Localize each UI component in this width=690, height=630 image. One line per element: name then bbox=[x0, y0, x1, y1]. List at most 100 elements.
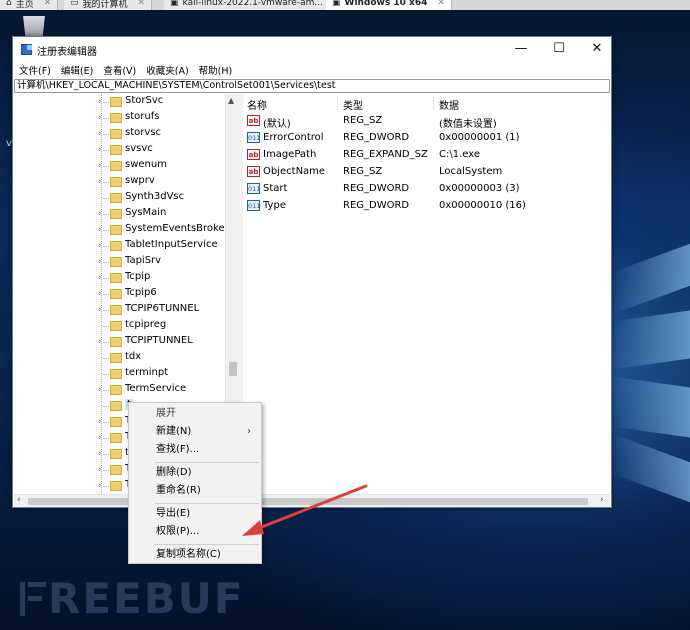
tree-connector bbox=[103, 262, 109, 263]
tree-node[interactable]: › SysMain bbox=[13, 206, 225, 222]
tree-connector bbox=[103, 198, 109, 199]
column-header-type[interactable]: 类型 bbox=[343, 97, 363, 112]
vm-tab-label: 主页 bbox=[15, 0, 34, 10]
light-beam bbox=[612, 310, 690, 370]
menu-favorites[interactable]: 收藏夹(A) bbox=[146, 63, 188, 77]
tree-node[interactable]: › svsvc bbox=[13, 142, 225, 158]
vm-icon: ▣ bbox=[332, 0, 341, 8]
scroll-up-icon[interactable]: ▲ bbox=[228, 96, 234, 105]
address-bar[interactable]: 计算机\HKEY_LOCAL_MACHINE\SYSTEM\ControlSet… bbox=[14, 79, 610, 93]
folder-icon bbox=[110, 177, 122, 187]
window-title: 注册表编辑器 bbox=[37, 47, 97, 58]
scroll-left-icon[interactable]: ‹ bbox=[17, 495, 21, 505]
folder-icon bbox=[110, 433, 122, 443]
folder-icon bbox=[110, 385, 122, 395]
value-row[interactable]: 011 Start REG_DWORD 0x00000003 (3) bbox=[243, 181, 611, 198]
tree-node[interactable]: › TabletInputService bbox=[13, 238, 225, 254]
tree-node-label: tcpipreg bbox=[125, 319, 167, 330]
tree-node[interactable]: › storufs bbox=[13, 110, 225, 126]
folder-icon bbox=[110, 145, 122, 155]
menu-item-find[interactable]: 查找(F)... bbox=[129, 441, 261, 459]
folder-icon bbox=[110, 353, 122, 363]
tree-node[interactable]: Synth3dVsc bbox=[13, 190, 225, 206]
tree-node-label: Tcpip6 bbox=[125, 287, 157, 298]
tree-connector bbox=[103, 406, 109, 407]
value-row[interactable]: 011 Type REG_DWORD 0x00000010 (16) bbox=[243, 198, 611, 215]
value-name: Start bbox=[263, 183, 288, 194]
value-row[interactable]: 011 ErrorControl REG_DWORD 0x00000001 (1) bbox=[243, 130, 611, 147]
column-divider[interactable] bbox=[337, 96, 338, 110]
tree-node[interactable]: › swprv bbox=[13, 174, 225, 190]
tree-connector bbox=[103, 390, 109, 391]
tree-node[interactable]: › swenum bbox=[13, 158, 225, 174]
tree-node-label: storufs bbox=[125, 111, 160, 122]
tree-node[interactable]: terminpt bbox=[13, 366, 225, 382]
tree-node-label: Synth3dVsc bbox=[125, 191, 185, 202]
value-data: (数值未设置) bbox=[439, 119, 497, 130]
menu-item-expand[interactable]: 展开 bbox=[129, 405, 261, 423]
folder-icon bbox=[110, 273, 122, 283]
value-row[interactable]: ab ImagePath REG_EXPAND_SZ C:\1.exe bbox=[243, 147, 611, 164]
folder-icon bbox=[110, 305, 122, 315]
minimize-button[interactable]: — bbox=[503, 39, 539, 59]
tree-connector bbox=[103, 166, 109, 167]
tree-node[interactable]: › Tcpip bbox=[13, 270, 225, 286]
folder-icon bbox=[110, 129, 122, 139]
menu-item-copy-key-name[interactable]: 复制项名称(C) bbox=[129, 546, 261, 564]
values-list-pane: 名称 类型 数据 ab (默认) REG_SZ (数值未设置) 011 ErrorCont… bbox=[243, 94, 611, 494]
tree-node-label: svsvc bbox=[125, 143, 153, 154]
tree-connector bbox=[103, 438, 109, 439]
value-type: REG_DWORD bbox=[343, 132, 410, 143]
close-icon[interactable]: ✕ bbox=[44, 0, 52, 8]
tree-connector bbox=[103, 454, 109, 455]
menu-separator bbox=[155, 544, 259, 545]
vm-tab-my-computer[interactable]: ▭ 我的计算机 ✕ bbox=[64, 0, 153, 10]
tree-node[interactable]: › Tcpip6 bbox=[13, 286, 225, 302]
close-icon[interactable]: ✕ bbox=[138, 0, 146, 8]
tree-node[interactable]: tcpipreg bbox=[13, 318, 225, 334]
scroll-thumb[interactable] bbox=[229, 362, 237, 376]
tree-node[interactable]: tdx bbox=[13, 350, 225, 366]
menu-item-new[interactable]: 新建(N) › bbox=[129, 423, 261, 441]
column-header-data[interactable]: 数据 bbox=[439, 97, 459, 112]
scroll-right-icon[interactable]: › bbox=[600, 495, 604, 505]
folder-icon bbox=[110, 417, 122, 427]
folder-icon bbox=[110, 257, 122, 267]
string-value-icon: ab bbox=[247, 115, 260, 126]
value-type: REG_DWORD bbox=[343, 200, 410, 211]
menu-edit[interactable]: 编辑(E) bbox=[61, 63, 93, 77]
value-row[interactable]: ab (默认) REG_SZ (数值未设置) bbox=[243, 113, 611, 130]
tree-connector bbox=[103, 358, 109, 359]
title-bar[interactable]: 注册表编辑器 — ☐ ✕ bbox=[13, 37, 611, 61]
tree-node[interactable]: › TCPIPTUNNEL bbox=[13, 334, 225, 350]
tree-node[interactable]: › SystemEventsBroker bbox=[13, 222, 229, 238]
vm-tab-windows10[interactable]: ▣ Windows 10 x64 ✕ bbox=[326, 0, 452, 10]
tree-node[interactable]: › StorSvc bbox=[13, 94, 225, 110]
tree-node[interactable]: › TapiSrv bbox=[13, 254, 225, 270]
string-value-icon: ab bbox=[247, 166, 260, 177]
value-row[interactable]: ab ObjectName REG_SZ LocalSystem bbox=[243, 164, 611, 181]
close-icon[interactable]: ✕ bbox=[437, 0, 445, 8]
value-name: (默认) bbox=[263, 119, 291, 130]
vm-tab-home[interactable]: ⌂ 主页 ✕ bbox=[0, 0, 59, 10]
menu-help[interactable]: 帮助(H) bbox=[199, 63, 233, 77]
vm-tab-kali[interactable]: ▣kali-linux-2022.1-vmware-am...✕ bbox=[164, 0, 348, 10]
tree-node-label: SysMain bbox=[125, 207, 167, 218]
tree-connector bbox=[103, 342, 109, 343]
column-divider[interactable] bbox=[433, 96, 434, 110]
folder-icon bbox=[110, 321, 122, 331]
tree-node[interactable]: › TCPIP6TUNNEL bbox=[13, 302, 225, 318]
maximize-button[interactable]: ☐ bbox=[541, 39, 577, 59]
column-header-name[interactable]: 名称 bbox=[247, 97, 267, 112]
tree-node[interactable]: › storvsc bbox=[13, 126, 225, 142]
close-button[interactable]: ✕ bbox=[579, 39, 615, 59]
list-header: 名称 类型 数据 bbox=[243, 94, 611, 112]
menu-file[interactable]: 文件(F) bbox=[19, 63, 51, 77]
menu-item-delete[interactable]: 删除(D) bbox=[129, 464, 261, 482]
home-icon: ⌂ bbox=[6, 0, 12, 8]
tree-node-label: Tcpip bbox=[125, 271, 151, 282]
tree-node-label: TCPIPTUNNEL bbox=[125, 335, 193, 346]
tree-node[interactable]: › TermService bbox=[13, 382, 225, 398]
menu-view[interactable]: 查看(V) bbox=[103, 63, 136, 77]
folder-icon bbox=[110, 161, 122, 171]
